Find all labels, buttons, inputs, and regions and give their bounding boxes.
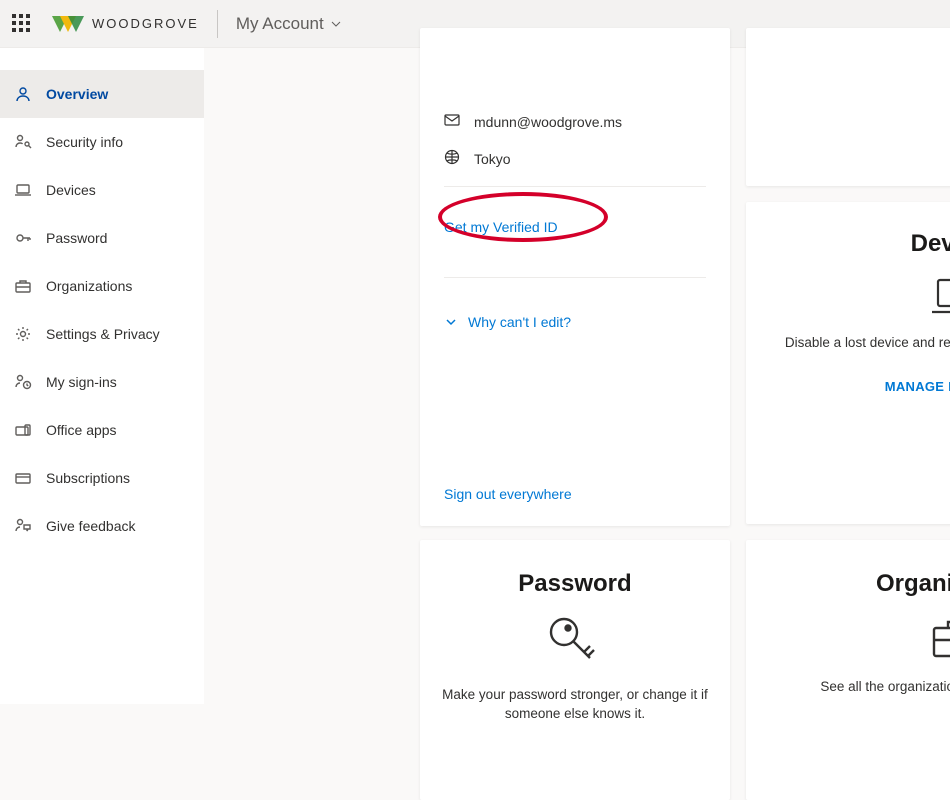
sidebar-item-label: Devices <box>46 182 96 198</box>
devices-card-desc: Disable a lost device and review your co… <box>764 334 950 353</box>
brand-name: WOODGROVE <box>92 16 199 31</box>
sidebar-item-label: Settings & Privacy <box>46 326 160 342</box>
header-divider <box>217 10 218 38</box>
account-dropdown-label: My Account <box>236 14 324 34</box>
sidebar-item-overview[interactable]: Overview <box>0 70 204 118</box>
chevron-down-icon <box>444 315 458 329</box>
sidebar-item-label: Give feedback <box>46 518 136 534</box>
sign-out-everywhere-link[interactable]: Sign out everywhere <box>444 486 572 502</box>
sidebar-item-security[interactable]: Security info <box>0 118 204 166</box>
sidebar-item-label: My sign-ins <box>46 374 117 390</box>
pw-key-icon <box>14 229 32 247</box>
globe-icon <box>444 149 462 168</box>
feedback-icon <box>14 517 32 535</box>
gear-icon <box>14 325 32 343</box>
sidebar-item-password[interactable]: Password <box>0 214 204 262</box>
orgs-card-title: Organizations <box>768 570 950 598</box>
why-cant-edit-link[interactable]: Why can't I edit? <box>444 314 706 330</box>
sidebar-item-label: Password <box>46 230 107 246</box>
laptop-icon <box>14 181 32 199</box>
briefcase-icon <box>14 277 32 295</box>
brand-logo[interactable]: WOODGROVE <box>52 12 199 36</box>
account-dropdown[interactable]: My Account <box>236 14 342 34</box>
sidebar-item-label: Security info <box>46 134 123 150</box>
manage-devices-link[interactable]: MANAGE DEVICES <box>764 379 950 394</box>
profile-location-row: Tokyo <box>444 149 706 168</box>
orgs-card-desc: See all the organizations that you're a … <box>768 678 950 697</box>
card-icon <box>14 469 32 487</box>
laptop-icon <box>764 274 950 318</box>
divider <box>444 186 706 187</box>
sidebar-item-signins[interactable]: My sign-ins <box>0 358 204 406</box>
main-content: mdunn@woodgrove.ms Tokyo Get my Verified… <box>204 48 950 704</box>
mail-icon <box>444 112 462 131</box>
sidebar-item-organizations[interactable]: Organizations <box>0 262 204 310</box>
profile-card: mdunn@woodgrove.ms Tokyo Get my Verified… <box>420 28 730 526</box>
organizations-card: Organizations See all the organizations … <box>746 540 950 800</box>
sidebar-item-label: Overview <box>46 86 108 102</box>
manage-devices-label: MANAGE DEVICES <box>885 379 950 394</box>
divider <box>444 277 706 278</box>
profile-email-row: mdunn@woodgrove.ms <box>444 112 706 131</box>
app-launcher-icon[interactable] <box>12 14 32 34</box>
sidebar-item-officeapps[interactable]: Office apps <box>0 406 204 454</box>
sidebar-item-label: Office apps <box>46 422 117 438</box>
key-person-icon <box>14 133 32 151</box>
sidebar-item-label: Organizations <box>46 278 132 294</box>
update-info-card: UPDATE INFO <box>746 28 950 186</box>
password-card-title: Password <box>442 570 708 598</box>
sidebar-item-devices[interactable]: Devices <box>0 166 204 214</box>
profile-location: Tokyo <box>474 151 511 167</box>
briefcase-icon <box>768 614 950 662</box>
why-cant-edit-label: Why can't I edit? <box>468 314 571 330</box>
chevron-down-icon <box>330 18 342 30</box>
sidebar: Overview Security info Devices Password … <box>0 48 204 704</box>
sidebar-item-settings[interactable]: Settings & Privacy <box>0 310 204 358</box>
person-icon <box>14 85 32 103</box>
password-card-desc: Make your password stronger, or change i… <box>442 686 708 724</box>
sidebar-item-feedback[interactable]: Give feedback <box>0 502 204 550</box>
person-clock-icon <box>14 373 32 391</box>
profile-email: mdunn@woodgrove.ms <box>474 114 622 130</box>
get-verified-id-link[interactable]: Get my Verified ID <box>444 219 706 235</box>
key-icon <box>442 614 708 670</box>
sidebar-item-subscriptions[interactable]: Subscriptions <box>0 454 204 502</box>
sidebar-item-label: Subscriptions <box>46 470 130 486</box>
devices-card: Devices Disable a lost device and review… <box>746 202 950 524</box>
devices-card-title: Devices <box>764 230 950 258</box>
office-icon <box>14 421 32 439</box>
password-card: Password Make your password stronger, or… <box>420 540 730 800</box>
